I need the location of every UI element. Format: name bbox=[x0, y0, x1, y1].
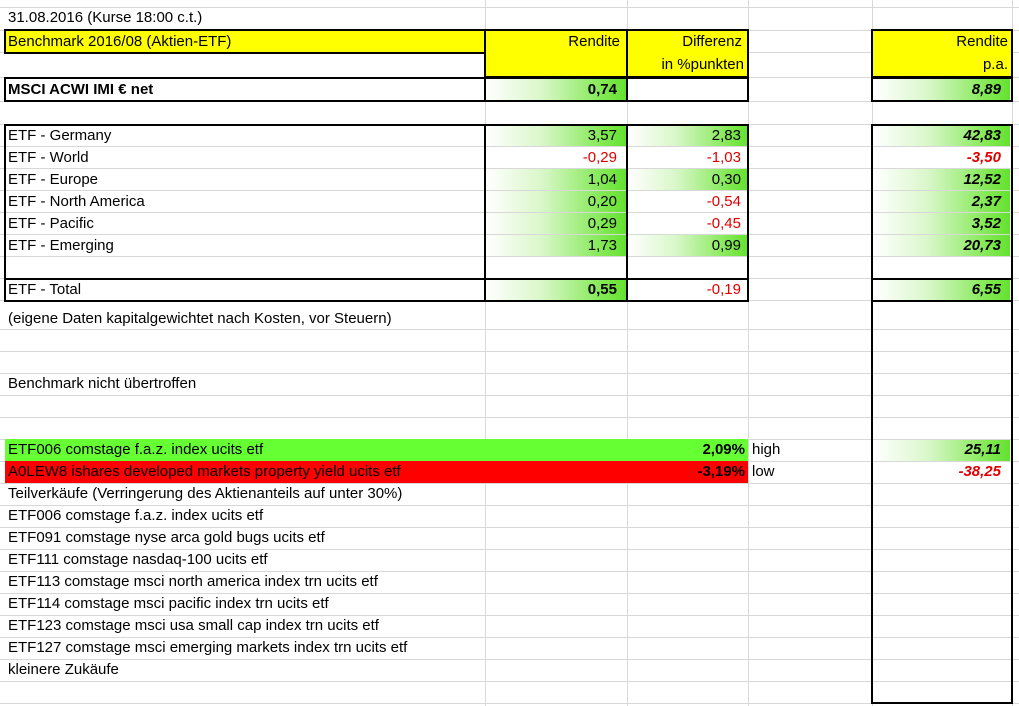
etf-row-rendite: -0,29 bbox=[582, 149, 617, 166]
etf-row-label: ETF - North America bbox=[8, 193, 145, 210]
etf-row-label: ETF - Pacific bbox=[8, 215, 94, 232]
total-pa: 6,55 bbox=[971, 281, 1001, 298]
list-item: ETF111 comstage nasdaq-100 ucits etf bbox=[8, 551, 268, 568]
high-tag: high bbox=[752, 441, 781, 458]
etf-row-label: ETF - World bbox=[8, 149, 89, 166]
total-label: ETF - Total bbox=[8, 281, 82, 298]
etf-row-rendite: 0,29 bbox=[587, 215, 617, 232]
etf-row-pa: 20,73 bbox=[963, 237, 1001, 254]
date-line: 31.08.2016 (Kurse 18:00 c.t.) bbox=[8, 9, 203, 26]
etf-row-label: ETF - Germany bbox=[8, 127, 112, 144]
list-item: ETF127 comstage msci emerging markets in… bbox=[8, 639, 408, 656]
total-diff: -0,19 bbox=[706, 281, 741, 298]
msci-pa: 8,89 bbox=[971, 81, 1001, 98]
high-pa: 25,11 bbox=[964, 441, 1001, 458]
etf-row-pa: 42,83 bbox=[963, 127, 1001, 144]
etf-row-rendite: 0,20 bbox=[587, 193, 617, 210]
etf-row-rendite: 1,73 bbox=[587, 237, 617, 254]
low-label: A0LEW8 ishares developed markets propert… bbox=[8, 463, 401, 480]
etf-row-pa: 12,52 bbox=[963, 171, 1001, 188]
high-value: 2,09% bbox=[702, 441, 745, 458]
kleinere-zukaeufe: kleinere Zukäufe bbox=[8, 661, 119, 678]
etf-row-rendite: 3,57 bbox=[587, 127, 617, 144]
etf-row-diff: -1,03 bbox=[706, 149, 741, 166]
list-item: ETF006 comstage f.a.z. index ucits etf bbox=[8, 507, 264, 524]
col-header-rendite-pa: Rendite bbox=[956, 33, 1008, 50]
col-header-differenz: Differenz bbox=[682, 33, 742, 50]
etf-row-pa: 2,37 bbox=[971, 193, 1001, 210]
etf-row-pa: -3,50 bbox=[966, 149, 1001, 166]
list-item: ETF123 comstage msci usa small cap index… bbox=[8, 617, 379, 634]
etf-row-label: ETF - Europe bbox=[8, 171, 99, 188]
etf-row-rendite: 1,04 bbox=[587, 171, 617, 188]
etf-row-diff: 2,83 bbox=[711, 127, 741, 144]
col-header-rendite: Rendite bbox=[568, 33, 620, 50]
low-tag: low bbox=[752, 463, 775, 480]
etf-row-pa: 3,52 bbox=[971, 215, 1001, 232]
etf-row-diff: -0,54 bbox=[706, 193, 741, 210]
benchmark-result: Benchmark nicht übertroffen bbox=[8, 375, 197, 392]
msci-rendite: 0,74 bbox=[587, 81, 617, 98]
list-item: ETF113 comstage msci north america index… bbox=[8, 573, 378, 590]
spreadsheet: 31.08.2016 (Kurse 18:00 c.t.) Benchmark … bbox=[0, 0, 1019, 706]
msci-label: MSCI ACWI IMI € net bbox=[8, 81, 154, 98]
teilverkaeufe-title: Teilverkäufe (Verringerung des Aktienant… bbox=[8, 485, 403, 502]
etf-row-diff: -0,45 bbox=[706, 215, 741, 232]
col-header-pa-unit: p.a. bbox=[982, 56, 1008, 73]
etf-row-diff: 0,99 bbox=[711, 237, 741, 254]
high-label: ETF006 comstage f.a.z. index ucits etf bbox=[8, 441, 264, 458]
etf-row-label: ETF - Emerging bbox=[8, 237, 114, 254]
list-item: ETF114 comstage msci pacific index trn u… bbox=[8, 595, 329, 612]
benchmark-title: Benchmark 2016/08 (Aktien-ETF) bbox=[8, 33, 232, 50]
etf-row-diff: 0,30 bbox=[711, 171, 741, 188]
low-value: -3,19% bbox=[697, 463, 745, 480]
low-pa: -38,25 bbox=[958, 463, 1001, 480]
list-item: ETF091 comstage nyse arca gold bugs ucit… bbox=[8, 529, 325, 546]
note-eigene-daten: (eigene Daten kapitalgewichtet nach Kost… bbox=[8, 310, 392, 327]
col-header-differenz-unit: in %punkten bbox=[661, 56, 744, 73]
pa-lower-border bbox=[871, 300, 1013, 704]
total-rendite: 0,55 bbox=[587, 281, 617, 298]
